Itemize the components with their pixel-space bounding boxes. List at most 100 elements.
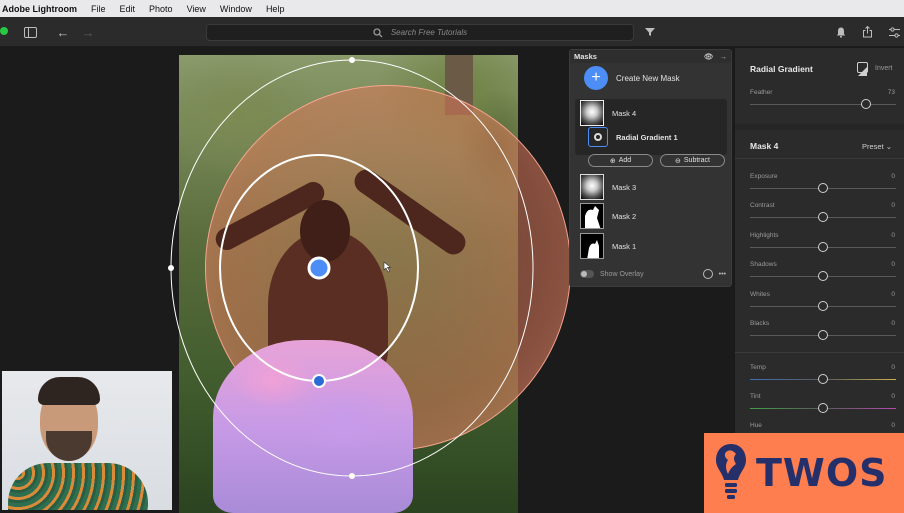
mask-1-label: Mask 1	[612, 241, 637, 251]
left-handle[interactable]	[168, 265, 174, 271]
divider	[735, 352, 904, 353]
temp-label: Temp	[750, 364, 766, 371]
presenter-hair	[38, 377, 100, 405]
presenter-beard	[46, 431, 92, 461]
create-new-mask-label: Create New Mask	[616, 73, 680, 83]
feather-slider[interactable]	[750, 99, 896, 109]
exposure-value[interactable]: 0	[891, 173, 895, 180]
create-new-mask-button[interactable]: + Create New Mask	[570, 63, 731, 93]
contrast-slider[interactable]	[750, 212, 896, 222]
contrast-label: Contrast	[750, 202, 775, 209]
submask-radial-gradient[interactable]: Radial Gradient 1	[588, 127, 678, 147]
submask-label: Radial Gradient 1	[616, 132, 678, 142]
whites-slider[interactable]	[750, 301, 896, 311]
menu-file[interactable]: File	[91, 4, 106, 14]
exposure-slider[interactable]	[750, 183, 896, 193]
feather-slider-knob[interactable]	[861, 99, 871, 109]
menu-edit[interactable]: Edit	[120, 4, 136, 14]
tint-slider[interactable]	[750, 403, 896, 413]
mask-2-label: Mask 2	[612, 211, 637, 221]
shadows-knob[interactable]	[818, 271, 828, 281]
preset-dropdown[interactable]: Preset ⌄	[862, 142, 892, 151]
top-handle[interactable]	[349, 57, 355, 63]
mask-2-thumbnail	[580, 203, 604, 229]
radial-gradient-section: Radial Gradient Invert Feather 73	[735, 48, 904, 124]
window-zoom-button[interactable]	[0, 27, 8, 35]
more-options-icon[interactable]: •••	[719, 271, 726, 278]
highlights-knob[interactable]	[818, 242, 828, 252]
search-input[interactable]: Search Free Tutorials	[206, 24, 634, 41]
menu-bar: Adobe Lightroom File Edit Photo View Win…	[0, 0, 904, 17]
collapse-arrow-icon[interactable]: →	[720, 52, 728, 61]
contrast-knob[interactable]	[818, 212, 828, 222]
shadows-slider[interactable]	[750, 271, 896, 281]
invert-icon[interactable]	[857, 62, 868, 76]
mask-1-thumbnail	[580, 233, 604, 259]
menu-view[interactable]: View	[187, 4, 206, 14]
share-icon[interactable]	[859, 24, 875, 40]
eye-icon[interactable]: 👁	[704, 52, 714, 61]
mask-item-2[interactable]: Mask 2	[580, 203, 636, 229]
radial-gradient-icon	[588, 127, 608, 147]
whites-knob[interactable]	[818, 301, 828, 311]
preset-label: Preset	[862, 142, 884, 151]
sidebar-toggle-icon[interactable]	[22, 24, 38, 40]
search-placeholder: Search Free Tutorials	[390, 28, 468, 37]
show-overlay-label: Show Overlay	[600, 270, 644, 278]
mask-section-title: Mask 4	[750, 141, 779, 151]
forward-arrow-icon[interactable]: →	[80, 24, 96, 40]
add-button[interactable]: ⊕ Add	[588, 154, 653, 167]
inner-ring-handle[interactable]	[312, 374, 326, 388]
mask-item-1[interactable]: Mask 1	[580, 233, 636, 259]
blacks-slider[interactable]	[750, 330, 896, 340]
exposure-knob[interactable]	[818, 183, 828, 193]
whites-value[interactable]: 0	[891, 291, 895, 298]
feather-label: Feather	[750, 89, 773, 96]
contrast-value[interactable]: 0	[891, 202, 895, 209]
overlay-color-icon[interactable]	[702, 269, 713, 279]
app-menu[interactable]: Adobe Lightroom	[2, 4, 77, 14]
menu-photo[interactable]: Photo	[149, 4, 173, 14]
tool-title: Radial Gradient	[750, 64, 813, 74]
divider	[735, 158, 904, 159]
add-label: Add	[618, 157, 632, 164]
mask-item-3[interactable]: Mask 3	[580, 174, 636, 200]
temp-value[interactable]: 0	[891, 364, 895, 371]
app-toolbar: ← → Search Free Tutorials	[0, 17, 904, 47]
chevron-down-icon: ⌄	[885, 142, 893, 151]
filter-icon[interactable]	[642, 24, 658, 40]
temp-slider[interactable]	[750, 374, 896, 384]
highlights-value[interactable]: 0	[891, 232, 895, 239]
subtract-icon: ⊖	[675, 157, 681, 165]
highlights-label: Highlights	[750, 232, 779, 239]
hue-value[interactable]: 0	[891, 422, 895, 429]
shadows-label: Shadows	[750, 261, 777, 268]
shadows-value[interactable]: 0	[891, 261, 895, 268]
highlights-slider[interactable]	[750, 242, 896, 252]
feather-value[interactable]: 73	[888, 89, 895, 96]
temp-knob[interactable]	[818, 374, 828, 384]
subtract-label: Subtract	[683, 157, 710, 164]
subtract-button[interactable]: ⊖ Subtract	[660, 154, 725, 167]
subject-head	[300, 200, 350, 262]
tint-label: Tint	[750, 393, 761, 400]
mask-item-4[interactable]: Mask 4	[580, 100, 636, 126]
back-arrow-icon[interactable]: ←	[55, 24, 71, 40]
show-overlay-toggle[interactable]	[580, 270, 594, 278]
bell-icon[interactable]	[833, 24, 849, 40]
exposure-label: Exposure	[750, 173, 778, 180]
blacks-knob[interactable]	[818, 330, 828, 340]
blacks-value[interactable]: 0	[891, 320, 895, 327]
menu-help[interactable]: Help	[266, 4, 285, 14]
menu-window[interactable]: Window	[220, 4, 252, 14]
masks-panel-header: Masks 👁 →	[570, 50, 731, 63]
sliders-icon[interactable]	[886, 24, 902, 40]
add-icon: ⊕	[609, 157, 616, 165]
twos-watermark: TWOS	[704, 433, 904, 513]
invert-label[interactable]: Invert	[875, 65, 893, 72]
bottom-handle[interactable]	[349, 473, 355, 479]
center-pin[interactable]	[307, 256, 331, 280]
lightbulb-logo-icon	[716, 444, 746, 499]
tint-knob[interactable]	[818, 403, 828, 413]
tint-value[interactable]: 0	[891, 393, 895, 400]
